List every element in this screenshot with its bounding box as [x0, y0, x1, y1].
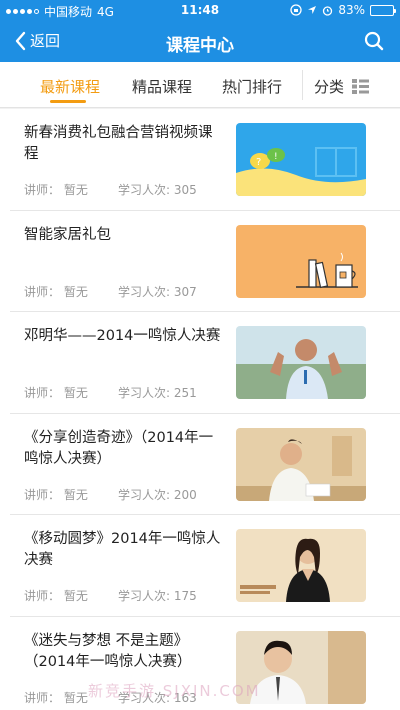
course-title: 智能家居礼包: [24, 226, 111, 243]
course-meta: 讲师： 暂无 学习人次: 251: [24, 384, 197, 401]
tab-divider: [302, 70, 303, 100]
course-item[interactable]: 新春消费礼包融合营销视频课程 讲师： 暂无 学习人次: 305 ? !: [10, 109, 400, 211]
svg-text:?: ?: [256, 157, 261, 168]
course-title: 新春消费礼包融合营销视频课程: [24, 125, 213, 162]
location-icon: [308, 6, 317, 14]
page-title: 课程中心: [166, 36, 234, 56]
course-meta: 讲师： 暂无 学习人次: 305: [24, 181, 197, 198]
svg-text:!: !: [274, 152, 278, 162]
course-list: 新春消费礼包融合营销视频课程 讲师： 暂无 学习人次: 305 ? ! 智能家居…: [0, 109, 400, 710]
speaker-photo: [236, 326, 366, 399]
course-teacher: 讲师： 暂无: [24, 589, 88, 603]
course-thumbnail: [236, 224, 366, 298]
course-teacher: 讲师： 暂无: [24, 487, 88, 502]
course-thumbnail: [236, 326, 366, 399]
rotation-lock-icon: [290, 4, 302, 16]
course-teacher: 讲师： 暂无: [24, 284, 88, 299]
course-learners: 学习人次: 307: [118, 284, 197, 299]
course-thumbnail: [236, 427, 366, 501]
status-bar: 中国移动 4G 11:48 83%: [0, 0, 400, 22]
course-title: 邓明华——2014一鸣惊人决赛: [24, 328, 221, 344]
search-icon: [364, 31, 384, 51]
course-item[interactable]: 邓明华——2014一鸣惊人决赛 讲师： 暂无 学习人次: 251: [10, 312, 400, 414]
active-tab-indicator: [50, 100, 86, 103]
course-learners: 学习人次: 251: [118, 386, 197, 400]
course-meta: 讲师： 暂无 学习人次: 307: [24, 283, 197, 300]
course-learners: 学习人次: 305: [118, 183, 197, 197]
course-meta: 讲师： 暂无 学习人次: 200: [24, 486, 197, 503]
battery-percent: 83%: [338, 3, 365, 17]
course-title: 《分享创造奇迹》（2014年一鸣惊人决赛）: [24, 429, 214, 467]
tab-latest-courses[interactable]: 最新课程: [40, 76, 100, 97]
alarm-icon: [323, 5, 333, 16]
category-button[interactable]: 分类: [314, 76, 370, 97]
search-button[interactable]: [364, 31, 384, 55]
watermark: 新竞手游 SJXIN.COM: [88, 682, 261, 700]
list-grid-icon: [352, 79, 370, 94]
speaker-photo: [236, 427, 366, 501]
course-teacher: 讲师： 暂无: [24, 386, 88, 400]
course-item[interactable]: 《分享创造奇迹》（2014年一鸣惊人决赛） 讲师： 暂无 学习人次: 200: [10, 414, 400, 515]
course-thumbnail: ? !: [236, 123, 366, 196]
course-title: 《移动圆梦》2014年一鸣惊人决赛: [24, 531, 221, 568]
category-label: 分类: [314, 78, 345, 96]
battery-icon: [370, 4, 396, 16]
course-learners: 学习人次: 200: [118, 487, 197, 502]
course-item[interactable]: 智能家居礼包 讲师： 暂无 学习人次: 307: [10, 211, 400, 312]
chat-bubbles-illustration: ? !: [236, 123, 366, 196]
status-right: 83%: [290, 3, 396, 17]
course-thumbnail: [236, 529, 366, 602]
course-title: 《迷失与梦想 不是主题》（2014年一鸣惊人决赛）: [24, 632, 192, 670]
course-learners: 学习人次: 175: [118, 589, 197, 603]
course-meta: 讲师： 暂无 学习人次: 175: [24, 587, 197, 604]
course-item[interactable]: 《移动圆梦》2014年一鸣惊人决赛 讲师： 暂无 学习人次: 175: [10, 515, 400, 617]
tab-premium-courses[interactable]: 精品课程: [132, 76, 192, 97]
course-teacher: 讲师： 暂无: [24, 183, 88, 197]
tab-popular-ranking[interactable]: 热门排行: [222, 76, 282, 97]
nav-bar: 返回 课程中心: [0, 22, 400, 62]
books-mug-illustration: [236, 224, 366, 298]
speaker-photo: [236, 529, 366, 602]
tab-bar: 最新课程 精品课程 热门排行 分类: [0, 62, 400, 108]
